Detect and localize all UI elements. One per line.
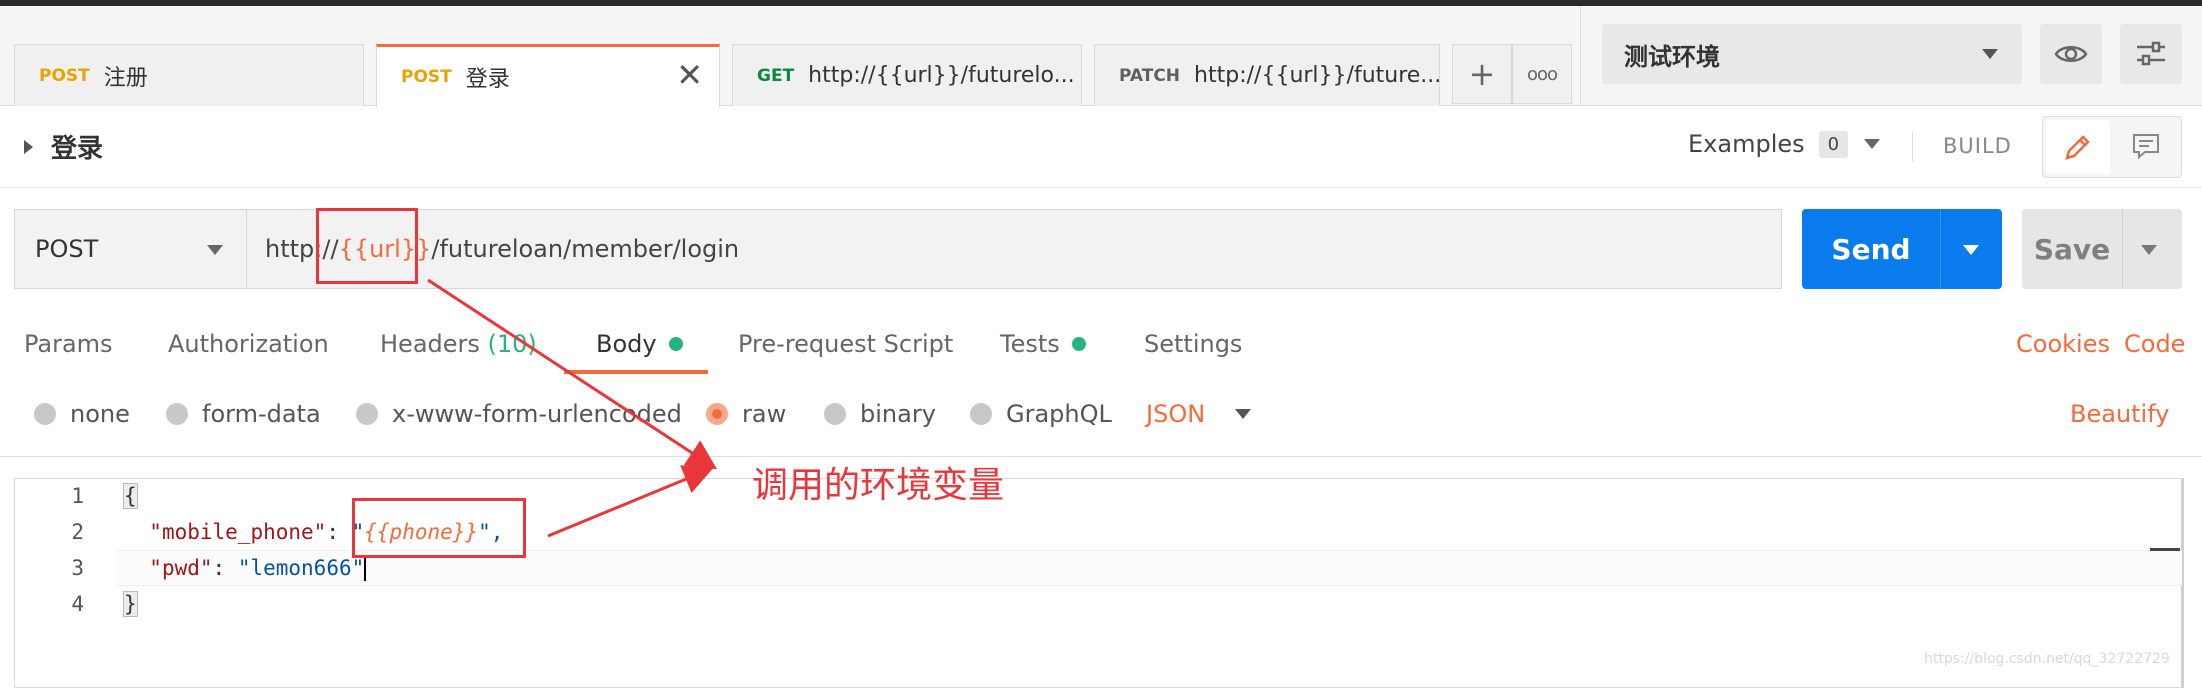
annotation-label: 调用的环境变量 — [752, 465, 1005, 506]
annotation-arrows — [427, 278, 718, 538]
annotation-arrow-phone — [547, 465, 714, 538]
annotation-arrow-url — [427, 278, 718, 470]
watermark: https://blog.csdn.net/qq_32722729 — [1924, 651, 2170, 667]
